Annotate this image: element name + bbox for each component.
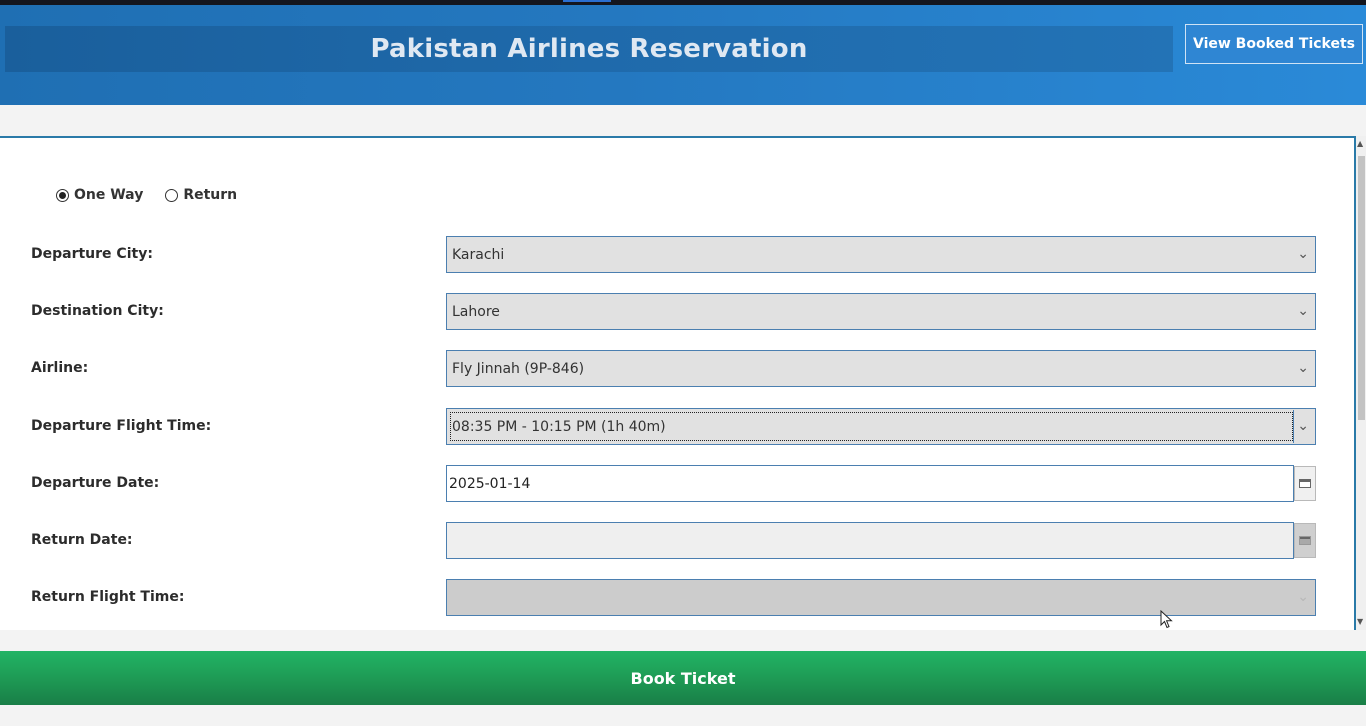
chevron-down-icon: ⌄ xyxy=(1297,589,1309,605)
form-scrollbar[interactable]: ▲ ▼ xyxy=(1356,136,1366,630)
scrollbar-thumb[interactable] xyxy=(1358,156,1365,420)
return-date-input[interactable] xyxy=(446,522,1294,559)
one-way-radio[interactable]: One Way xyxy=(56,187,143,203)
chevron-down-icon: ⌄ xyxy=(1297,303,1309,319)
departure-flight-time-select[interactable]: 08:35 PM - 10:15 PM (1h 40m) ⌄ xyxy=(446,408,1316,445)
dropdown-divider xyxy=(1293,410,1294,443)
airline-value: Fly Jinnah (9P-846) xyxy=(452,360,585,377)
return-label: Return xyxy=(183,187,238,203)
departure-flight-time-label: Departure Flight Time: xyxy=(31,418,212,434)
scroll-down-icon[interactable]: ▼ xyxy=(1357,618,1363,626)
departure-city-select[interactable]: Karachi ⌄ xyxy=(446,236,1316,273)
return-date-picker-button[interactable] xyxy=(1294,523,1316,558)
chevron-down-icon: ⌄ xyxy=(1297,246,1309,262)
departure-city-label: Departure City: xyxy=(31,246,153,262)
calendar-icon xyxy=(1299,479,1311,488)
book-ticket-button[interactable]: Book Ticket xyxy=(0,651,1366,705)
calendar-icon xyxy=(1299,536,1311,545)
departure-date-label: Departure Date: xyxy=(31,475,160,491)
destination-city-value: Lahore xyxy=(452,303,500,320)
airline-select[interactable]: Fly Jinnah (9P-846) ⌄ xyxy=(446,350,1316,387)
departure-city-value: Karachi xyxy=(452,246,505,263)
radio-checked-icon[interactable] xyxy=(56,188,69,202)
one-way-label: One Way xyxy=(74,187,144,203)
departure-flight-time-value: 08:35 PM - 10:15 PM (1h 40m) xyxy=(452,418,666,435)
destination-city-select[interactable]: Lahore ⌄ xyxy=(446,293,1316,330)
return-date-label: Return Date: xyxy=(31,532,133,548)
departure-date-picker-button[interactable] xyxy=(1294,466,1316,501)
scroll-up-icon[interactable]: ▲ xyxy=(1357,140,1363,148)
airline-label: Airline: xyxy=(31,360,89,376)
return-radio[interactable]: Return xyxy=(165,187,237,203)
mouse-pointer-icon xyxy=(1160,610,1173,629)
departure-date-input[interactable]: 2025-01-14 xyxy=(446,465,1294,502)
chevron-down-icon: ⌄ xyxy=(1297,418,1309,434)
chevron-down-icon: ⌄ xyxy=(1297,360,1309,376)
destination-city-label: Destination City: xyxy=(31,303,164,319)
app-header: Pakistan Airlines Reservation View Booke… xyxy=(0,5,1366,105)
view-booked-tickets-button[interactable]: View Booked Tickets xyxy=(1185,24,1363,64)
radio-unchecked-icon[interactable] xyxy=(165,188,179,202)
trip-type-group: One Way Return xyxy=(56,187,259,203)
title-bar: Pakistan Airlines Reservation xyxy=(5,26,1173,72)
return-flight-time-select[interactable]: ⌄ xyxy=(446,579,1316,616)
active-tab-indicator xyxy=(563,0,611,2)
return-flight-time-label: Return Flight Time: xyxy=(31,589,185,605)
app-title: Pakistan Airlines Reservation xyxy=(370,34,808,64)
departure-date-value: 2025-01-14 xyxy=(449,475,531,492)
